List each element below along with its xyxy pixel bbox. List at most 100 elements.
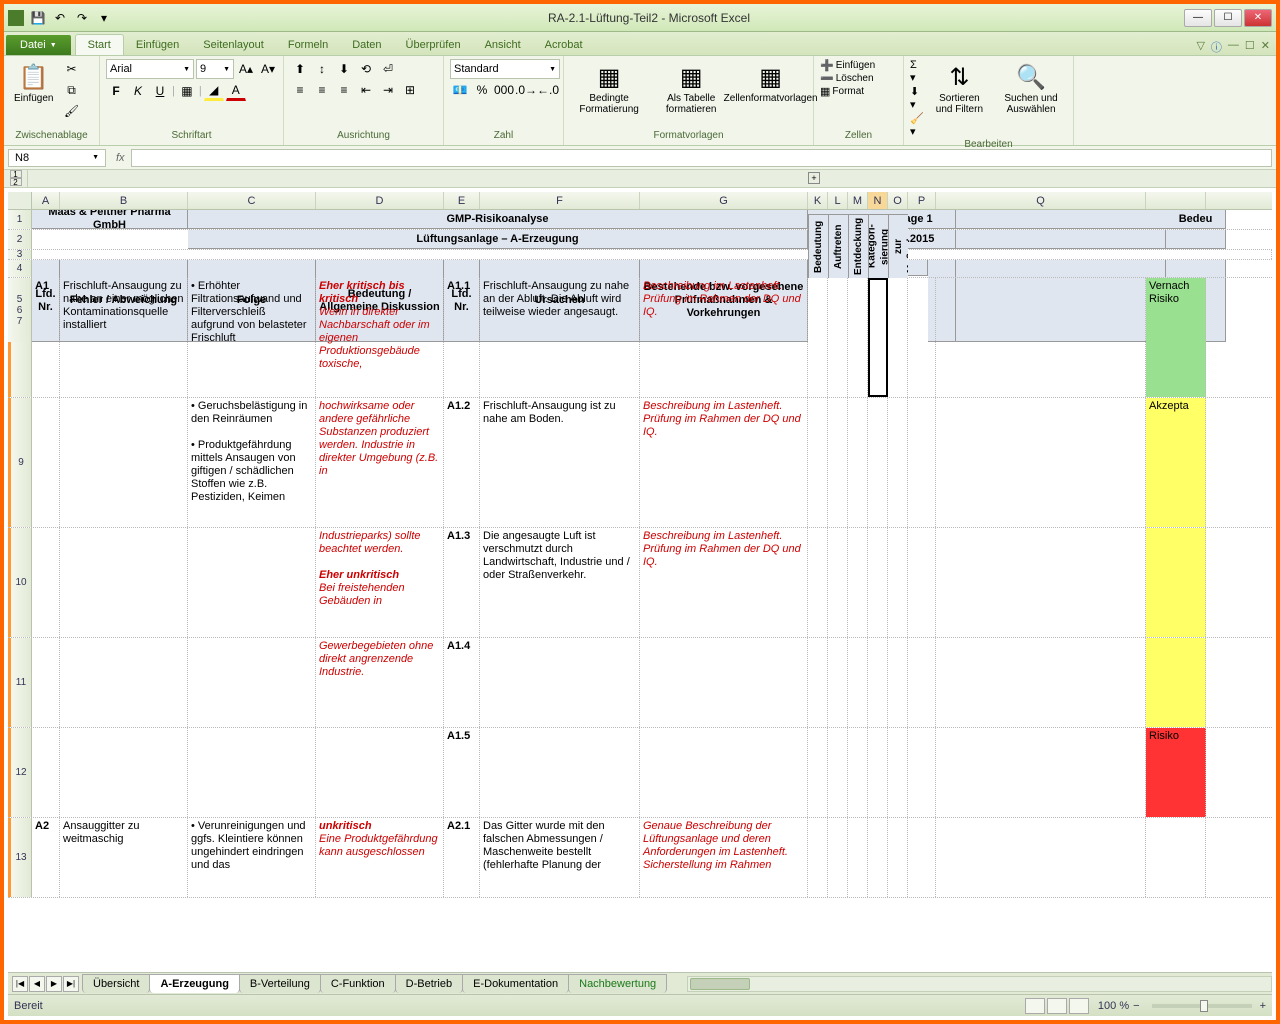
merge-icon[interactable]: ⊞ bbox=[400, 80, 420, 100]
minimize-button[interactable]: — bbox=[1184, 9, 1212, 27]
sheet-tab[interactable]: C-Funktion bbox=[320, 974, 396, 993]
insert-cells-button[interactable]: ➕Einfügen bbox=[820, 59, 875, 72]
col-header[interactable]: A bbox=[32, 192, 60, 209]
cell[interactable]: Gewerbegebieten ohne direkt angrenzende … bbox=[316, 638, 444, 727]
cell[interactable] bbox=[908, 398, 936, 527]
cell[interactable]: • Verunreinigungen und ggfs. Kleintiere … bbox=[188, 818, 316, 897]
select-all-corner[interactable] bbox=[8, 192, 32, 210]
row-header[interactable]: 10 bbox=[8, 528, 32, 637]
align-right-icon[interactable]: ≡ bbox=[334, 80, 354, 100]
percent-icon[interactable]: % bbox=[472, 80, 492, 100]
align-center-icon[interactable]: ≡ bbox=[312, 80, 332, 100]
fx-icon[interactable]: fx bbox=[110, 152, 131, 164]
cell[interactable]: Genaue Beschreibung der Lüftungsanlage u… bbox=[640, 818, 808, 897]
cell[interactable]: Eher kritisch bis kritischWenn in direkt… bbox=[316, 278, 444, 397]
cell[interactable] bbox=[32, 398, 60, 527]
horizontal-scrollbar[interactable] bbox=[687, 976, 1272, 992]
dec-decimal-icon[interactable]: ←.0 bbox=[538, 80, 558, 100]
col-header[interactable]: B bbox=[60, 192, 188, 209]
row-header[interactable]: 11 bbox=[8, 638, 32, 727]
cell[interactable]: Risiko bbox=[1146, 728, 1206, 817]
currency-icon[interactable]: 💶 bbox=[450, 80, 470, 100]
col-header[interactable]: O bbox=[888, 192, 908, 209]
col-header[interactable]: E bbox=[444, 192, 480, 209]
cell[interactable]: Frischluft-Ansaugung zu nahe an der Ablu… bbox=[480, 278, 640, 397]
doc-max-icon[interactable]: ☐ bbox=[1245, 39, 1255, 55]
wrap-text-icon[interactable]: ⏎ bbox=[378, 59, 398, 79]
orientation-icon[interactable]: ⟲ bbox=[356, 59, 376, 79]
cell[interactable] bbox=[32, 638, 60, 727]
col-header[interactable]: F bbox=[480, 192, 640, 209]
save-icon[interactable]: 💾 bbox=[28, 8, 48, 28]
fill-icon[interactable]: ⬇ ▾ bbox=[910, 85, 924, 111]
cell[interactable] bbox=[888, 278, 908, 397]
cell[interactable]: Industrieparks) sollte beachtet werden.E… bbox=[316, 528, 444, 637]
cell[interactable] bbox=[188, 638, 316, 727]
cell[interactable]: A2.1 bbox=[444, 818, 480, 897]
cell[interactable] bbox=[828, 278, 848, 397]
cell[interactable]: Beschreibung im Lastenheft. Prüfung im R… bbox=[640, 278, 808, 397]
cell[interactable]: A1.2 bbox=[444, 398, 480, 527]
sheet-nav-next-icon[interactable]: ▶ bbox=[46, 976, 62, 992]
cell[interactable] bbox=[808, 638, 828, 727]
cell[interactable] bbox=[888, 818, 908, 897]
cell[interactable] bbox=[828, 398, 848, 527]
cell[interactable] bbox=[316, 728, 444, 817]
help-icon[interactable]: ⓘ bbox=[1211, 39, 1222, 55]
cell[interactable] bbox=[908, 278, 936, 397]
underline-button[interactable]: U bbox=[150, 81, 170, 101]
copy-icon[interactable]: ⧉ bbox=[61, 80, 81, 100]
cell[interactable] bbox=[848, 528, 868, 637]
cell[interactable] bbox=[868, 528, 888, 637]
cell[interactable] bbox=[1146, 638, 1206, 727]
align-top-icon[interactable]: ⬆ bbox=[290, 59, 310, 79]
tab-daten[interactable]: Daten bbox=[340, 35, 393, 55]
row-header[interactable]: 9 bbox=[8, 398, 32, 527]
tab-seitenlayout[interactable]: Seitenlayout bbox=[191, 35, 276, 55]
format-table-button[interactable]: ▦Als Tabelle formatieren bbox=[652, 59, 730, 117]
view-layout-icon[interactable] bbox=[1047, 998, 1067, 1014]
col-header[interactable]: P bbox=[908, 192, 936, 209]
number-format-combo[interactable]: Standard▼ bbox=[450, 59, 560, 79]
cell[interactable] bbox=[936, 818, 1146, 897]
cell[interactable]: A1 bbox=[32, 278, 60, 397]
indent-dec-icon[interactable]: ⇤ bbox=[356, 80, 376, 100]
col-header[interactable]: G bbox=[640, 192, 808, 209]
col-header[interactable]: M bbox=[848, 192, 868, 209]
doc-close-icon[interactable]: ✕ bbox=[1261, 39, 1270, 55]
col-header[interactable]: C bbox=[188, 192, 316, 209]
cell[interactable] bbox=[908, 528, 936, 637]
cell[interactable] bbox=[808, 398, 828, 527]
cell[interactable] bbox=[60, 528, 188, 637]
cell[interactable] bbox=[848, 728, 868, 817]
align-bottom-icon[interactable]: ⬇ bbox=[334, 59, 354, 79]
paste-button[interactable]: 📋Einfügen bbox=[10, 59, 57, 106]
cond-format-button[interactable]: ▦Bedingte Formatierung bbox=[570, 59, 648, 117]
row-header[interactable]: 4 bbox=[8, 260, 32, 277]
tab-formeln[interactable]: Formeln bbox=[276, 35, 340, 55]
col-header[interactable]: D bbox=[316, 192, 444, 209]
align-left-icon[interactable]: ≡ bbox=[290, 80, 310, 100]
find-select-button[interactable]: 🔍Suchen und Auswählen bbox=[995, 59, 1067, 117]
company-cell[interactable]: Maas & Peither Pharma GmbH bbox=[32, 210, 188, 229]
doc-title-1[interactable]: GMP-Risikoanalyse bbox=[188, 210, 808, 229]
cell[interactable] bbox=[936, 528, 1146, 637]
cell[interactable]: Ansauggitter zu weitmaschig bbox=[60, 818, 188, 897]
cell[interactable] bbox=[888, 528, 908, 637]
cell[interactable] bbox=[848, 818, 868, 897]
cell[interactable] bbox=[848, 398, 868, 527]
cell[interactable] bbox=[908, 728, 936, 817]
cell[interactable] bbox=[808, 278, 828, 397]
spreadsheet-grid[interactable]: A B C D E F G K L M N O P Q 1 Maas & Pei… bbox=[8, 192, 1272, 972]
align-middle-icon[interactable]: ↕ bbox=[312, 59, 332, 79]
zoom-out-icon[interactable]: − bbox=[1133, 1000, 1139, 1012]
outline-level-2[interactable]: 2 bbox=[10, 178, 22, 186]
cell[interactable]: A1.4 bbox=[444, 638, 480, 727]
cell[interactable] bbox=[480, 728, 640, 817]
cell[interactable]: A1.5 bbox=[444, 728, 480, 817]
cell[interactable]: Beschreibung im Lastenheft. Prüfung im R… bbox=[640, 398, 808, 527]
cell[interactable] bbox=[32, 728, 60, 817]
doc-min-icon[interactable]: — bbox=[1228, 39, 1239, 55]
cell[interactable] bbox=[868, 278, 888, 397]
tab-ansicht[interactable]: Ansicht bbox=[473, 35, 533, 55]
